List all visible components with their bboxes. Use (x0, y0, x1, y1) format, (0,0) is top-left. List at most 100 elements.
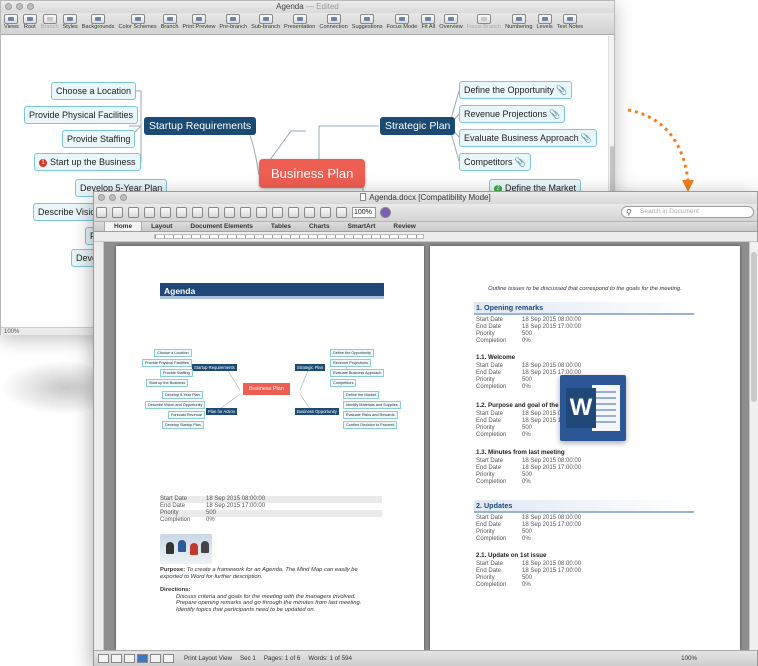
styles-icon (63, 14, 78, 24)
node-choose-location[interactable]: Choose a Location (51, 82, 137, 100)
toolbar-button-views[interactable]: Views (4, 13, 19, 34)
window-controls[interactable] (98, 194, 127, 201)
node-physical-facilities[interactable]: Provide Physical Facilities (24, 106, 139, 124)
toolbar-button-styles[interactable]: Styles (63, 13, 78, 34)
toolbar-label: Focus Branch (466, 24, 502, 30)
toolbar-button-sub-branch[interactable]: Sub-branch (251, 13, 280, 34)
mindmap-titlebar: Agenda — Edited (1, 1, 614, 13)
tab-review[interactable]: Review (384, 222, 424, 231)
tab-tables[interactable]: Tables (262, 222, 300, 231)
open-icon[interactable] (128, 207, 139, 218)
vertical-scrollbar[interactable] (749, 242, 758, 650)
page-1[interactable]: Agenda Business Plan Startup Requirement… (116, 246, 424, 650)
node-strategic-plan[interactable]: Strategic Plan (380, 117, 456, 135)
page-2[interactable]: Outline issues to be discussed that corr… (430, 246, 740, 650)
fullscreen-view-button[interactable] (163, 654, 174, 663)
new-icon[interactable] (96, 207, 107, 218)
toolbar-label: Focus Mode (386, 24, 418, 30)
media-icon[interactable] (336, 207, 347, 218)
save-icon[interactable] (144, 207, 155, 218)
tab-charts[interactable]: Charts (300, 222, 339, 231)
toolbar-button-overview[interactable]: Overview (439, 13, 463, 34)
toolbar-button-presentation[interactable]: Presentation (284, 13, 315, 34)
zoom-field[interactable]: 100% (352, 207, 376, 218)
vertical-ruler[interactable] (94, 242, 104, 650)
document-area[interactable]: Agenda Business Plan Startup Requirement… (104, 242, 754, 650)
sidebar-icon[interactable] (288, 207, 299, 218)
node-provide-staffing[interactable]: Provide Staffing (62, 130, 136, 148)
undo-icon[interactable] (240, 207, 251, 218)
paragraph-icon[interactable] (272, 207, 283, 218)
redo-icon[interactable] (256, 207, 267, 218)
toolbar-button-suggestions[interactable]: Suggestions (352, 13, 383, 34)
window-controls[interactable] (5, 3, 34, 10)
properties-table: Start Date 18 Sep 2015 08:00:00 End Date 1… (476, 458, 582, 485)
node-business-plan[interactable]: Business Plan (259, 159, 366, 188)
toolbar-button-numbering[interactable]: Numbering (505, 13, 533, 34)
toolbar-button-print-preview[interactable]: Print Preview (182, 13, 215, 34)
horizontal-ruler[interactable] (94, 232, 757, 242)
focus-branch-icon (476, 14, 491, 24)
toolbar-label: Suggestions (351, 24, 383, 30)
toolbar-button-text-notes[interactable]: Text Notes (557, 13, 583, 34)
publishing-view-button[interactable] (124, 654, 135, 663)
pages-label: Pages: 1 of 6 (263, 655, 301, 662)
toolbar-button-focus-branch[interactable]: Focus Branch (466, 13, 502, 34)
directions: Directions: Discuss criteria and goals f… (160, 587, 362, 613)
print-layout-button[interactable] (137, 654, 148, 663)
toolbar-button-root[interactable]: Root (22, 13, 37, 34)
toolbox-icon[interactable] (320, 207, 331, 218)
page-heading: Agenda (160, 283, 384, 299)
node-define-opportunity[interactable]: Define the Opportunity 📎 (459, 81, 573, 99)
templates-icon[interactable] (112, 207, 123, 218)
mini-main: Strategic Plan (295, 364, 326, 371)
copy-icon[interactable] (192, 207, 203, 218)
priority-badge: 1 (39, 159, 47, 167)
toolbar-label: Print Preview (182, 24, 216, 30)
word-titlebar: Agenda.docx [Compatibility Mode] (94, 192, 757, 204)
toolbar-button-levels[interactable]: Levels (537, 13, 553, 34)
zoom-label[interactable]: 100% (681, 655, 697, 662)
word-statusbar: Print Layout View Sec 1 Pages: 1 of 6 Wo… (94, 650, 757, 666)
tab-smartart[interactable]: SmartArt (339, 222, 385, 231)
node-startup-requirements[interactable]: Startup Requirements (144, 117, 257, 135)
section-heading: 2. Updates (474, 500, 694, 513)
toolbar-label: Pre-branch (219, 24, 248, 30)
toolbar-button-branch[interactable]: Branch (41, 13, 59, 34)
tab-document-elements[interactable]: Document Elements (181, 222, 262, 231)
branch-icon (42, 14, 57, 24)
paste-icon[interactable] (208, 207, 219, 218)
cut-icon[interactable] (176, 207, 187, 218)
print-icon[interactable] (160, 207, 171, 218)
search-icon: ⚲ (626, 208, 632, 217)
toolbar-button-pre-branch[interactable]: Pre-branch (219, 13, 247, 34)
help-icon[interactable] (380, 207, 391, 218)
notebook-view-button[interactable] (150, 654, 161, 663)
draft-view-button[interactable] (98, 654, 109, 663)
mini-node: Describe Vision and Opportunity (145, 401, 206, 409)
tab-layout[interactable]: Layout (142, 222, 181, 231)
words-label: Words: 1 of 594 (308, 655, 352, 662)
subsection-heading: 1.3. Minutes from last meeting (476, 449, 565, 456)
node-start-business[interactable]: 1 Start up the Business (34, 153, 141, 171)
gallery-icon[interactable] (304, 207, 315, 218)
tab-home[interactable]: Home (104, 222, 143, 231)
toolbar-button-backgrounds[interactable]: Backgrounds (81, 13, 115, 34)
toolbar-label: Sub-branch (251, 24, 280, 30)
toolbar-button-branch[interactable]: Branch (161, 13, 178, 34)
connection-icon (326, 14, 341, 24)
node-revenue-projections[interactable]: Revenue Projections 📎 (459, 105, 566, 123)
node-competitors[interactable]: Competitors 📎 (459, 153, 531, 171)
search-input[interactable]: ⚲ Search in Document (621, 206, 754, 218)
focus-mode-icon (394, 14, 409, 24)
node-evaluate-approach[interactable]: Evaluate Business Approach 📎 (459, 129, 597, 147)
toolbar-button-fit-all[interactable]: Fit All (421, 13, 436, 34)
toolbar-button-focus-mode[interactable]: Focus Mode (386, 13, 418, 34)
toolbar-button-connection[interactable]: Connection (319, 13, 348, 34)
toolbar-button-color-schemes[interactable]: Color Schemes (118, 13, 157, 34)
pre-branch-icon (226, 14, 241, 24)
text-notes-icon (562, 14, 577, 24)
outline-view-button[interactable] (111, 654, 122, 663)
toolbar-label: Backgrounds (81, 24, 115, 30)
format-painter-icon[interactable] (224, 207, 235, 218)
